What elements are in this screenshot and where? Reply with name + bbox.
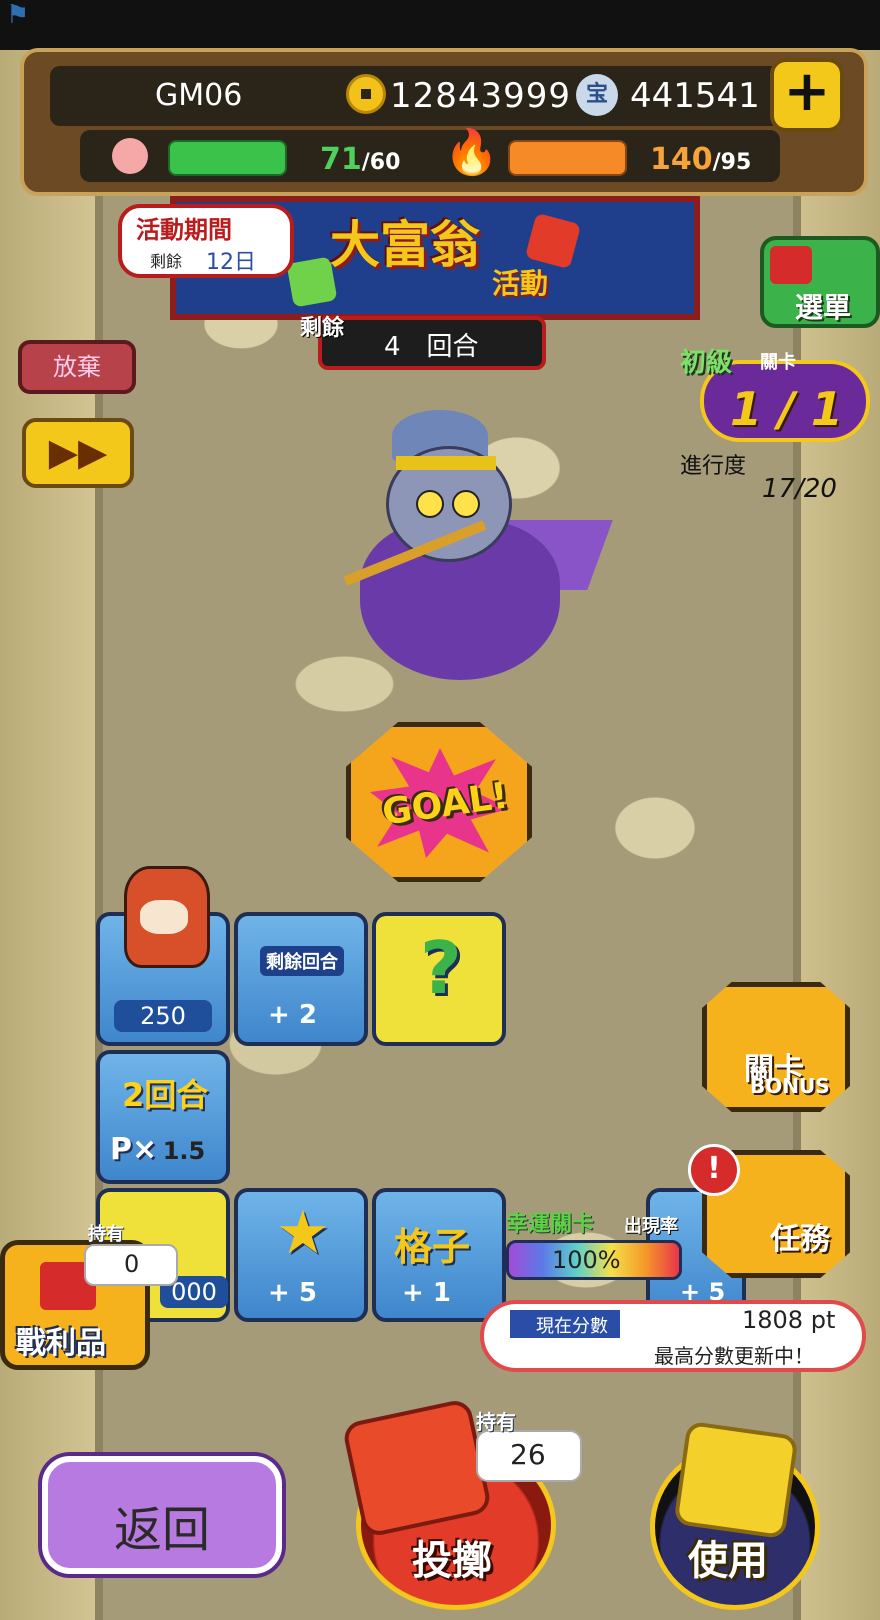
lucky-rate-label: 出現率 bbox=[624, 1216, 678, 1237]
quit-button[interactable]: 放棄 bbox=[18, 340, 136, 394]
flame-icon: 🔥 bbox=[444, 127, 499, 178]
add-currency-button[interactable]: + bbox=[770, 58, 844, 132]
event-subtitle: 活動 bbox=[492, 267, 549, 300]
remaining-label: 剩餘 bbox=[150, 252, 183, 271]
alert-icon: ! bbox=[688, 1144, 740, 1196]
question-icon: ? bbox=[420, 926, 462, 1010]
energy-max: /95 bbox=[712, 150, 752, 175]
stage-level: 初級 bbox=[680, 348, 733, 378]
lucky-stage-title: 幸運關卡 bbox=[506, 1212, 595, 1237]
score-note: 最高分數更新中！ bbox=[654, 1344, 814, 1368]
peach-icon bbox=[112, 138, 148, 174]
stamina-max: /60 bbox=[361, 150, 401, 175]
gem-icon: 宝 bbox=[576, 74, 618, 116]
enemy-eye-left bbox=[416, 490, 444, 518]
player-character-face bbox=[140, 900, 188, 934]
enemy-crown bbox=[396, 456, 496, 470]
energy-current: 140 bbox=[650, 142, 713, 177]
app-logo-icon: ⚑ bbox=[6, 0, 30, 30]
status-bar bbox=[0, 0, 880, 50]
gold-die-icon bbox=[673, 1420, 799, 1540]
player-name: GM06 bbox=[155, 78, 243, 113]
tile-title: 剩餘回合 bbox=[260, 946, 344, 976]
turns-value: 4 回合 bbox=[384, 332, 479, 362]
board-tile-grid: 格子 + 1 bbox=[372, 1188, 506, 1322]
energy-value: 140/95 bbox=[650, 142, 751, 177]
coin-icon bbox=[346, 74, 386, 114]
lucky-rate-value: 100% bbox=[552, 1246, 621, 1274]
tile-multiplier: P× 1.5 bbox=[110, 1132, 205, 1167]
board-tile-extra-turns: 剩餘回合 + 2 bbox=[234, 912, 368, 1046]
tile-value: + 2 bbox=[268, 1000, 317, 1030]
throw-label: 投擲 bbox=[412, 1538, 492, 1584]
enemy-eye-right bbox=[452, 490, 480, 518]
menu-label: 選單 bbox=[795, 291, 852, 324]
coin-count: 12843999 bbox=[390, 76, 572, 116]
multiplier-prefix: P× bbox=[110, 1132, 158, 1167]
energy-bar bbox=[508, 140, 627, 176]
gem-count: 441541 bbox=[630, 76, 760, 116]
turns-label: 剩餘 bbox=[300, 316, 345, 341]
progress-label: 進行度 bbox=[680, 454, 747, 479]
loot-label: 戰利品 bbox=[16, 1326, 106, 1361]
fast-forward-button[interactable]: ▶▶ bbox=[22, 418, 134, 488]
stage-bonus-sub: BONUS bbox=[750, 1074, 830, 1098]
stamina-current: 71 bbox=[320, 142, 362, 177]
wall-left bbox=[0, 0, 100, 1620]
tile-value: + 5 bbox=[268, 1278, 317, 1308]
star-icon: ★ bbox=[276, 1198, 330, 1268]
stamina-value: 71/60 bbox=[320, 142, 400, 177]
score-label: 現在分數 bbox=[536, 1316, 608, 1337]
dice-owned-value: 26 bbox=[510, 1438, 546, 1471]
stage-value: 1 / 1 bbox=[730, 382, 843, 436]
use-label: 使用 bbox=[688, 1538, 768, 1584]
board-tile-multiplier: 2回合 P× 1.5 bbox=[96, 1050, 230, 1184]
event-title: 大富翁 bbox=[330, 216, 480, 274]
loot-owned-value: 0 bbox=[124, 1250, 140, 1278]
loot-owned-label: 持有 bbox=[88, 1224, 124, 1245]
board-tile-mystery: ? bbox=[372, 912, 506, 1046]
stage-label: 關卡 bbox=[760, 352, 796, 373]
mission-label: 任務 bbox=[770, 1222, 830, 1257]
back-label: 返回 bbox=[114, 1502, 211, 1558]
progress-value: 17/20 bbox=[762, 474, 837, 504]
tile-title: 格子 bbox=[394, 1225, 471, 1269]
stamina-bar bbox=[168, 140, 287, 176]
remaining-days: 12日 bbox=[206, 250, 256, 275]
gift-icon bbox=[770, 246, 812, 284]
dice-owned-label: 持有 bbox=[476, 1410, 516, 1434]
tile-title: 2回合 bbox=[122, 1076, 209, 1114]
board-tile-star: ★ + 5 bbox=[234, 1188, 368, 1322]
score-value: 1808 pt bbox=[742, 1306, 836, 1334]
multiplier-value: 1.5 bbox=[162, 1137, 206, 1165]
tile-value: 250 bbox=[114, 1000, 212, 1032]
tile-value: + 1 bbox=[402, 1278, 451, 1308]
event-period-label: 活動期間 bbox=[136, 216, 232, 244]
